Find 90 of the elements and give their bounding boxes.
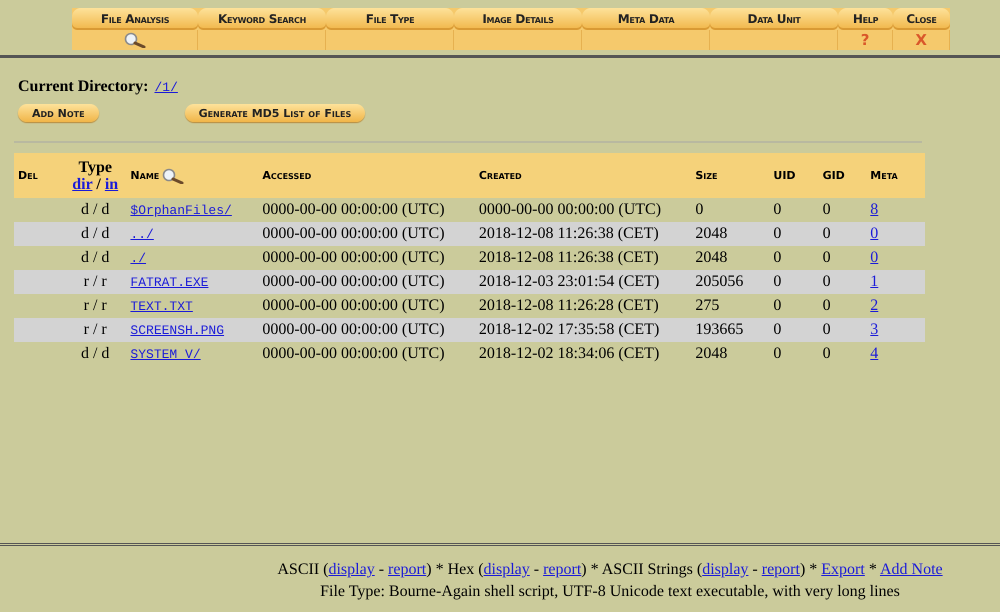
- view-link[interactable]: Export: [821, 561, 865, 578]
- column-header: Name: [130, 169, 160, 182]
- size-cell: 2048: [695, 345, 728, 362]
- view-link[interactable]: report: [762, 561, 800, 578]
- type-cell: d / d: [80, 249, 110, 266]
- toolbar-tab[interactable]: Meta Data: [582, 8, 710, 50]
- uid-cell: 0: [773, 201, 782, 218]
- view-link[interactable]: display: [328, 561, 375, 578]
- gid-cell: 0: [822, 249, 831, 266]
- meta-link[interactable]: 2: [870, 297, 878, 314]
- action-button[interactable]: Generate MD5 List of Files: [184, 104, 366, 122]
- size-cell: 2048: [695, 249, 728, 266]
- toolbar-tab[interactable]: Image Details: [454, 8, 582, 50]
- toolbar-tab[interactable]: Data Unit: [710, 8, 838, 50]
- size-cell: 193665: [695, 321, 744, 338]
- meta-link[interactable]: 3: [870, 321, 878, 338]
- uid-cell: 0: [773, 249, 782, 266]
- type-cell: r / r: [84, 297, 107, 314]
- view-link[interactable]: report: [543, 561, 582, 578]
- meta-link[interactable]: 4: [870, 345, 878, 362]
- gid-cell: 0: [822, 201, 831, 218]
- column-header: Meta: [870, 169, 898, 182]
- search-icon: [161, 168, 186, 184]
- size-cell: 205056: [695, 273, 744, 290]
- toolbar-tab[interactable]: Keyword Search: [198, 8, 326, 50]
- file-name-link[interactable]: $OrphanFiles/: [130, 203, 232, 218]
- column-header: Type: [78, 158, 112, 176]
- type-cell: r / r: [84, 321, 107, 338]
- date-cell: 2018-12-03 23:01:54 (CET): [478, 273, 660, 290]
- uid-cell: 0: [773, 225, 782, 242]
- gid-cell: 0: [822, 321, 831, 338]
- date-cell: 0000-00-00 00:00:00 (UTC): [262, 201, 445, 218]
- meta-link[interactable]: 1: [870, 273, 878, 290]
- size-cell: 0: [695, 201, 704, 218]
- view-link[interactable]: display: [702, 561, 748, 578]
- meta-link[interactable]: 0: [870, 225, 878, 242]
- search-icon: [122, 32, 146, 48]
- toolbar-button[interactable]: Close X: [893, 8, 950, 50]
- size-cell: 275: [695, 297, 720, 314]
- view-link[interactable]: display: [484, 561, 530, 578]
- toolbar-tab[interactable]: File Type: [326, 8, 454, 50]
- column-header: Size: [695, 169, 718, 182]
- view-options-text: ASCII (display - report) * Hex (display - report) * ASCII Strings (display - report) * Export * Add Note: [276, 560, 944, 580]
- uid-cell: 0: [773, 345, 782, 362]
- toolbar-button[interactable]: Help ?: [838, 8, 893, 50]
- gid-cell: 0: [822, 225, 831, 242]
- column-header: UID: [773, 169, 796, 182]
- meta-link[interactable]: 8: [870, 201, 878, 218]
- uid-cell: 0: [773, 273, 782, 290]
- gid-cell: 0: [822, 273, 831, 290]
- date-cell: 2018-12-08 11:26:38 (CET): [478, 225, 659, 242]
- date-cell: 0000-00-00 00:00:00 (UTC): [262, 225, 445, 242]
- view-link[interactable]: report: [388, 561, 426, 578]
- column-header: Del: [18, 169, 38, 182]
- size-cell: 2048: [695, 225, 728, 242]
- type-cell: d / d: [80, 201, 110, 218]
- gid-cell: 0: [822, 345, 831, 362]
- date-cell: 0000-00-00 00:00:00 (UTC): [262, 273, 445, 290]
- sort-link[interactable]: in: [104, 176, 118, 192]
- view-link[interactable]: Add Note: [880, 561, 943, 578]
- directory-label: Current Directory:: [18, 78, 148, 96]
- date-cell: 2018-12-08 11:26:38 (CET): [478, 249, 659, 266]
- file-name-link[interactable]: ../: [130, 227, 154, 242]
- directory-link[interactable]: /1/: [154, 80, 178, 95]
- uid-cell: 0: [773, 297, 782, 314]
- date-cell: 0000-00-00 00:00:00 (UTC): [478, 201, 662, 218]
- date-cell: 0000-00-00 00:00:00 (UTC): [262, 345, 445, 362]
- meta-link[interactable]: 0: [870, 249, 878, 266]
- file-name-link[interactable]: ./: [130, 251, 146, 266]
- date-cell: 0000-00-00 00:00:00 (UTC): [262, 321, 445, 338]
- date-cell: 2018-12-08 11:26:28 (CET): [478, 297, 659, 314]
- date-cell: 0000-00-00 00:00:00 (UTC): [262, 297, 445, 314]
- file-type-text: File Type: Bourne-Again shell script, UTF-8 Unicode text executable, with very long lines: [319, 582, 901, 602]
- type-cell: r / r: [84, 273, 107, 290]
- file-name-link[interactable]: TEXT.TXT: [130, 299, 193, 314]
- date-cell: 2018-12-02 18:34:06 (CET): [478, 345, 660, 362]
- column-header: Created: [478, 169, 522, 182]
- action-button[interactable]: Add Note: [18, 104, 99, 122]
- type-cell: d / d: [80, 345, 110, 362]
- gid-cell: 0: [822, 297, 831, 314]
- type-cell: d / d: [80, 225, 110, 242]
- date-cell: 0000-00-00 00:00:00 (UTC): [262, 249, 445, 266]
- column-header: Accessed: [262, 169, 312, 182]
- file-name-link[interactable]: SYSTEM V/: [130, 347, 201, 362]
- date-cell: 2018-12-02 17:35:58 (CET): [478, 321, 660, 338]
- separator-text: /: [95, 176, 102, 192]
- toolbar-tab[interactable]: File Analysis: [72, 8, 198, 50]
- column-header: GID: [822, 169, 845, 182]
- uid-cell: 0: [773, 321, 782, 338]
- sort-link[interactable]: dir: [72, 176, 92, 192]
